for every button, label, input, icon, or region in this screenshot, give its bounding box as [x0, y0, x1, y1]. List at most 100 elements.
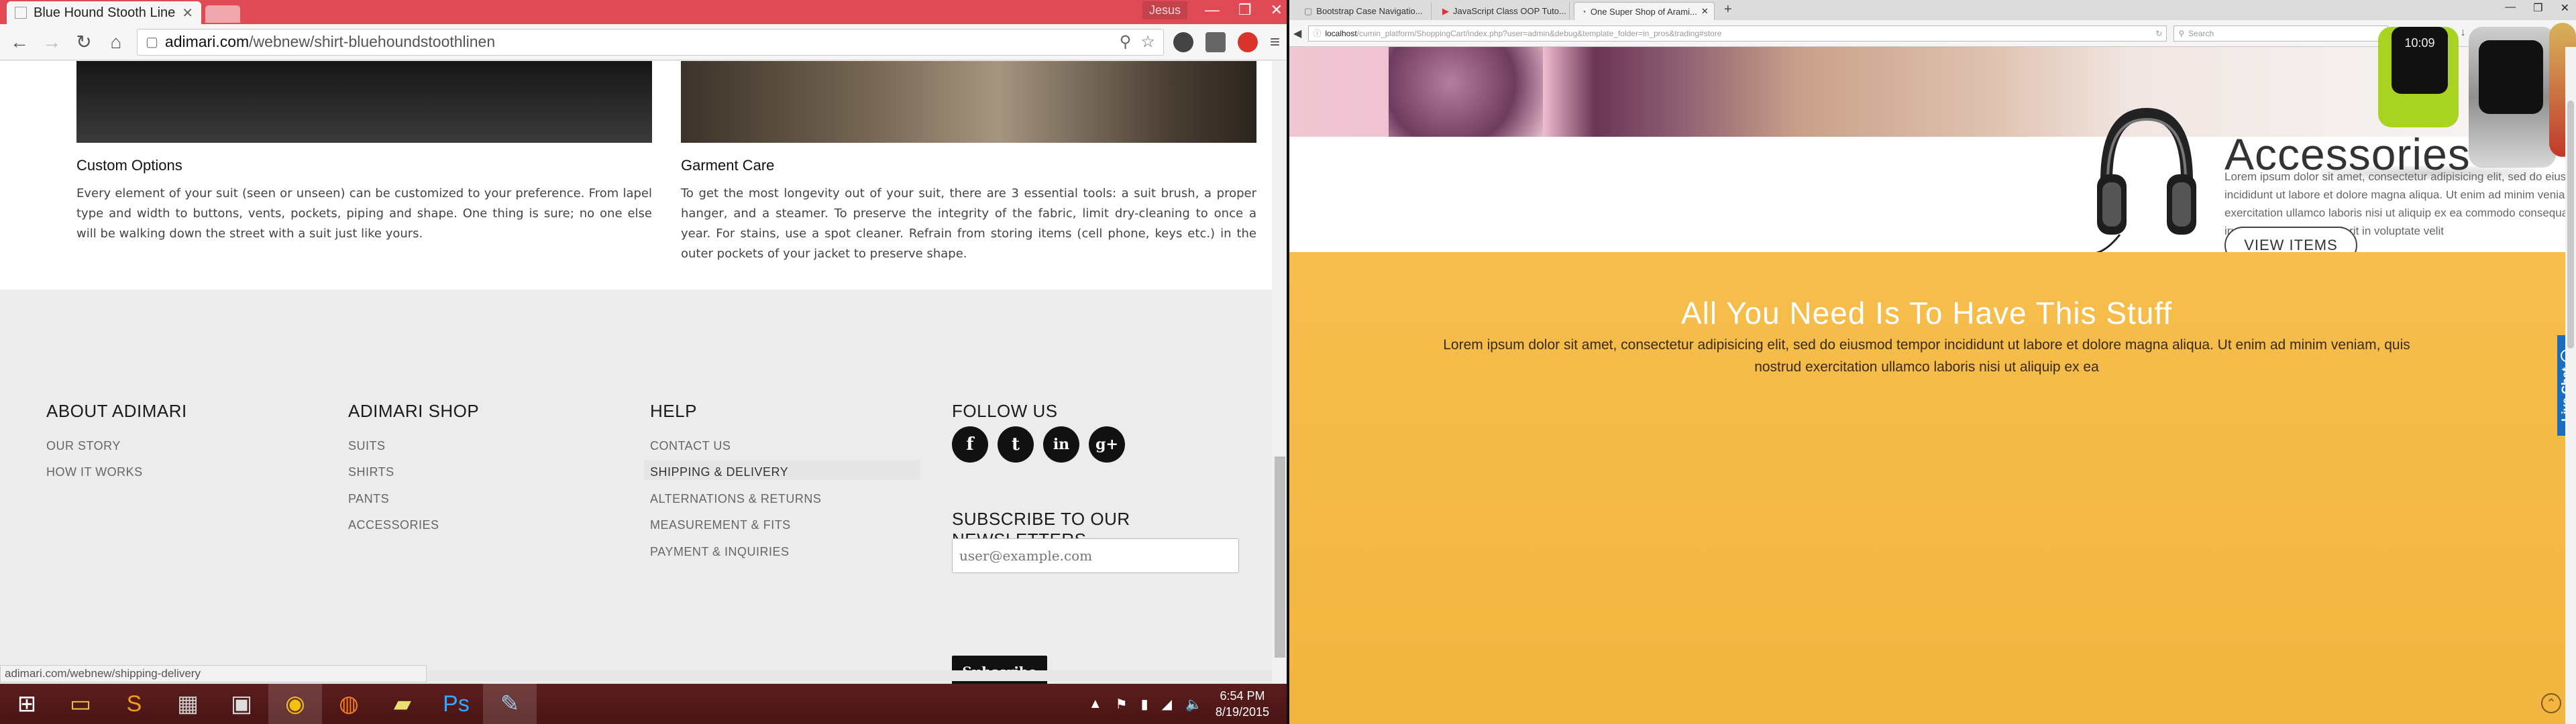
- chrome-window: Blue Hound Stooth Linen ✕ Jesus — ❐ ✕ ← …: [0, 0, 1288, 684]
- youtube-icon: ▶: [1442, 5, 1449, 16]
- tab-favicon-icon: ◔: [1581, 6, 1587, 17]
- tab-bootstrap[interactable]: ▢ Bootstrap Case Navigatio...: [1297, 2, 1432, 20]
- minimize-icon[interactable]: —: [1205, 1, 1220, 19]
- tab-label: JavaScript Class OOP Tuto...: [1453, 6, 1566, 16]
- url-host: localhost: [1325, 28, 1357, 38]
- tab-title: Blue Hound Stooth Linen: [34, 5, 176, 20]
- linkedin-icon[interactable]: in: [1043, 426, 1079, 463]
- footer-link-shirts[interactable]: SHIRTS: [348, 465, 394, 479]
- garment-care-title: Garment Care: [681, 157, 775, 174]
- footer-link-suits[interactable]: SUITS: [348, 439, 386, 453]
- sticky-notes-icon[interactable]: ▰: [376, 684, 429, 724]
- sublime-text-icon[interactable]: S: [107, 684, 161, 724]
- window-controls: — ❐ ✕: [2505, 1, 2569, 15]
- adimari-page: Custom Options Every element of your sui…: [0, 61, 1272, 684]
- newsletter-email-input[interactable]: [952, 538, 1239, 573]
- scroll-to-top-icon[interactable]: ⌃: [2541, 693, 2561, 713]
- tab-favicon-icon: ▢: [1304, 5, 1313, 16]
- volume-icon[interactable]: 🔈: [1185, 696, 1202, 713]
- profile-badge[interactable]: Jesus: [1142, 1, 1187, 19]
- maximize-icon[interactable]: ❐: [2533, 1, 2542, 15]
- chrome-menu-icon[interactable]: ≡: [1270, 32, 1280, 52]
- footer-link-measurement[interactable]: MEASUREMENT & FITS: [650, 518, 791, 532]
- footer-link-our-story[interactable]: OUR STORY: [46, 439, 121, 453]
- battery-icon[interactable]: ▮: [1141, 696, 1148, 713]
- hero-banner-strip: [1288, 47, 2565, 137]
- footer-link-alterations[interactable]: ALTERNATIONS & RETURNS: [650, 492, 821, 506]
- tab-blue-hound[interactable]: Blue Hound Stooth Linen ✕: [7, 1, 201, 24]
- facebook-icon[interactable]: f: [952, 426, 988, 463]
- tab-label: One Super Shop of Arami...: [1590, 6, 1697, 17]
- promo-text: Lorem ipsum dolor sit amet, consectetur …: [1443, 337, 2410, 375]
- googleplus-icon[interactable]: g+: [1089, 426, 1125, 463]
- tray-expand-icon[interactable]: ▲: [1089, 697, 1102, 712]
- close-icon[interactable]: ✕: [2561, 1, 2569, 15]
- footer-follow-heading: FOLLOW US: [952, 401, 1058, 421]
- watch-time: 10:09: [2404, 36, 2435, 50]
- site-footer: ABOUT ADIMARI OUR STORY HOW IT WORKS ADI…: [0, 290, 1272, 684]
- minimize-icon[interactable]: —: [2505, 1, 2516, 15]
- chrome-toolbar: ← → ↻ ⌂ ▢ adimari.com/webnew/shirt-blueh…: [0, 24, 1288, 60]
- photoshop-icon[interactable]: Ps: [429, 684, 483, 724]
- tab-super-shop[interactable]: ◔ One Super Shop of Arami... ✕: [1574, 2, 1715, 20]
- tab-close-icon[interactable]: ✕: [1701, 6, 1709, 17]
- app-grid-icon[interactable]: ▦: [161, 684, 215, 724]
- tab-close-icon[interactable]: ✕: [182, 5, 193, 21]
- search-icon: ⚲: [2178, 28, 2185, 38]
- back-icon[interactable]: ←: [8, 31, 31, 54]
- suit-detail-image: [76, 61, 652, 143]
- footer-link-contact[interactable]: CONTACT US: [650, 439, 731, 453]
- page-scrollbar[interactable]: [2565, 47, 2576, 724]
- pin-icon[interactable]: ⚲: [1120, 32, 1132, 52]
- terminal-icon[interactable]: ▣: [215, 684, 268, 724]
- maximize-icon[interactable]: ❐: [1238, 1, 1252, 19]
- firefox-icon[interactable]: ◍: [322, 684, 376, 724]
- download-icon[interactable]: ↓: [2461, 27, 2466, 40]
- tab-label: Bootstrap Case Navigatio...: [1316, 6, 1423, 16]
- file-explorer-icon[interactable]: ▭: [54, 684, 107, 724]
- system-tray: ▲ ⚑ ▮ ◢ 🔈 6:54 PM 8/19/2015: [1089, 684, 1288, 724]
- product-details: Custom Options Every element of your sui…: [0, 61, 1272, 290]
- back-icon[interactable]: ◀: [1293, 27, 1301, 40]
- bookmark-star-icon[interactable]: ☆: [1140, 32, 1155, 52]
- extension-screen-icon[interactable]: [1205, 32, 1226, 52]
- close-icon[interactable]: ✕: [1271, 1, 1283, 19]
- new-tab-button[interactable]: [205, 5, 240, 23]
- green-watch-screen: 10:09: [2392, 27, 2448, 94]
- address-bar[interactable]: ⓘ localhost/cumin_platform/ShoppingCart/…: [1308, 25, 2167, 42]
- footer-link-payment[interactable]: PAYMENT & INQUIRIES: [650, 545, 790, 559]
- address-bar[interactable]: ▢ adimari.com/webnew/shirt-bluehoundstoo…: [137, 28, 1164, 56]
- url-path: /cumin_platform/ShoppingCart/index.php?u…: [1356, 28, 1722, 38]
- scrollbar-thumb[interactable]: [2567, 101, 2574, 349]
- start-windows-icon[interactable]: ⊞: [0, 684, 54, 724]
- scrollbar-thumb[interactable]: [1275, 457, 1285, 658]
- reload-icon[interactable]: ↻: [2155, 29, 2162, 38]
- clock[interactable]: 6:54 PM 8/19/2015: [1216, 688, 1269, 720]
- footer-link-pants[interactable]: PANTS: [348, 492, 389, 506]
- new-tab-plus-icon[interactable]: +: [1724, 2, 1732, 17]
- footer-link-how-it-works[interactable]: HOW IT WORKS: [46, 465, 143, 479]
- search-box[interactable]: ⚲ Search: [2174, 25, 2389, 42]
- chrome-icon[interactable]: ◉: [268, 684, 322, 724]
- extension-adblock-icon[interactable]: [1237, 32, 1258, 52]
- reload-icon[interactable]: ↻: [72, 31, 95, 54]
- extension-sync-icon[interactable]: [1173, 32, 1193, 52]
- page-scrollbar[interactable]: [1272, 61, 1288, 684]
- garment-care-text: To get the most longevity out of your su…: [681, 186, 1256, 261]
- twitter-icon[interactable]: t: [998, 426, 1034, 463]
- home-icon[interactable]: ⌂: [105, 31, 127, 54]
- footer-link-accessories[interactable]: ACCESSORIES: [348, 518, 439, 532]
- network-icon[interactable]: ◢: [1162, 696, 1172, 713]
- screen-divider: [1287, 0, 1289, 724]
- tab-javascript[interactable]: ▶ JavaScript Class OOP Tuto...: [1436, 2, 1570, 20]
- url-path: /webnew/shirt-bluehoundstoothlinen: [249, 33, 496, 50]
- chrome-tab-bar: Blue Hound Stooth Linen ✕ Jesus — ❐ ✕: [0, 0, 1288, 24]
- link-status-bar: adimari.com/webnew/shipping-delivery: [0, 665, 427, 682]
- clock-date: 8/19/2015: [1215, 705, 1269, 719]
- flag-icon[interactable]: ⚑: [1116, 696, 1128, 713]
- footer-link-shipping[interactable]: SHIPPING & DELIVERY: [650, 465, 788, 479]
- paint-app-icon[interactable]: ✎: [483, 684, 537, 724]
- garment-care-image: [681, 61, 1256, 143]
- forward-icon[interactable]: →: [40, 31, 63, 54]
- custom-options-title: Custom Options: [76, 157, 182, 174]
